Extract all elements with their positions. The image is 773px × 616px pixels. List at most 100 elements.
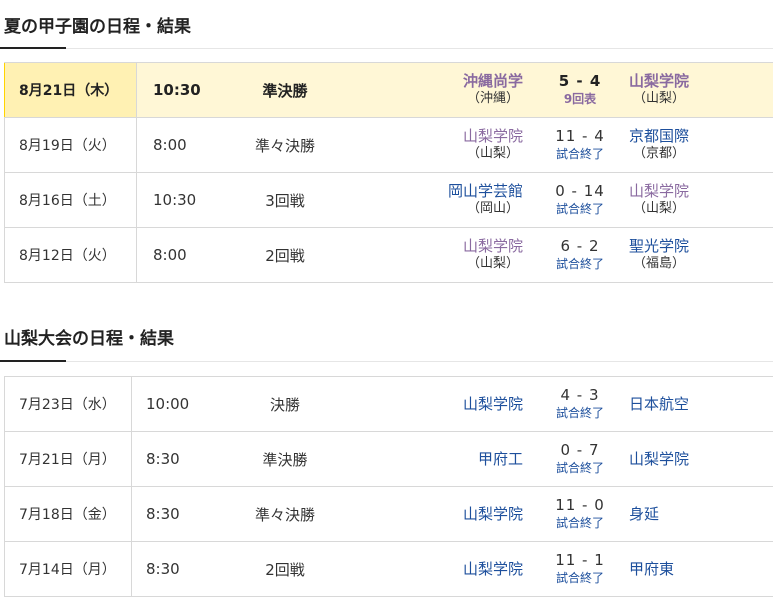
right-team: 山梨学院 （山梨） xyxy=(629,173,689,227)
left-team-prefecture: （山梨） xyxy=(466,146,519,161)
left-team-prefecture: （岡山） xyxy=(466,201,519,216)
right-team-name[interactable]: 身延 xyxy=(629,505,659,523)
game-date: 7月18日（金） xyxy=(5,487,132,541)
right-team-prefecture: （京都） xyxy=(633,146,686,161)
game-row[interactable]: 8月12日（火） 8:00 2回戦 山梨学院 （山梨） 6 - 2 試合終了 聖… xyxy=(4,228,773,283)
game-status[interactable]: 9回表 xyxy=(564,90,596,108)
game-row[interactable]: 8月21日（木） 10:30 準決勝 沖縄尚学 （沖縄） 5 - 4 9回表 山… xyxy=(4,63,773,118)
left-team: 山梨学院 （山梨） xyxy=(463,118,523,172)
game-status[interactable]: 試合終了 xyxy=(556,569,604,587)
game-score[interactable]: 0 - 14 試合終了 xyxy=(535,173,625,227)
game-time: 8:30 xyxy=(146,560,180,578)
left-team-name[interactable]: 岡山学芸館 xyxy=(448,182,523,200)
game-date: 8月12日（火） xyxy=(5,228,137,282)
game-status[interactable]: 試合終了 xyxy=(556,459,604,477)
game-score[interactable]: 4 - 3 試合終了 xyxy=(535,377,625,431)
left-team-name[interactable]: 甲府工 xyxy=(478,450,523,468)
score-value: 11 - 1 xyxy=(555,551,605,569)
right-team: 山梨学院 （山梨） xyxy=(629,63,689,117)
game-round: 準々決勝 xyxy=(254,136,315,155)
right-team: 京都国際 （京都） xyxy=(629,118,689,172)
game-status[interactable]: 試合終了 xyxy=(556,514,604,532)
right-team-name[interactable]: 日本航空 xyxy=(629,395,689,413)
right-team-name[interactable]: 京都国際 xyxy=(629,127,689,145)
score-value: 11 - 4 xyxy=(555,127,605,145)
score-value: 0 - 7 xyxy=(560,441,600,459)
right-team: 甲府東 xyxy=(629,542,674,596)
game-status[interactable]: 試合終了 xyxy=(556,145,604,163)
left-team-name[interactable]: 山梨学院 xyxy=(463,505,523,523)
game-date: 7月23日（水） xyxy=(5,377,132,431)
game-round: 準決勝 xyxy=(262,450,308,469)
game-round: 2回戦 xyxy=(265,560,305,579)
left-team: 山梨学院 xyxy=(463,542,523,596)
right-team-prefecture: （山梨） xyxy=(633,201,686,216)
game-round: 3回戦 xyxy=(265,191,305,210)
game-date: 7月21日（月） xyxy=(5,432,132,486)
left-team: 岡山学芸館 （岡山） xyxy=(448,173,523,227)
left-team-name[interactable]: 山梨学院 xyxy=(463,395,523,413)
yamanashi-section-title: 山梨大会の日程・結果 xyxy=(4,329,174,349)
right-team-name[interactable]: 聖光学院 xyxy=(629,237,689,255)
game-round: 2回戦 xyxy=(265,246,305,265)
game-status[interactable]: 試合終了 xyxy=(556,404,604,422)
game-date: 7月14日（月） xyxy=(5,542,132,596)
section-accent-line xyxy=(0,47,66,49)
game-score[interactable]: 6 - 2 試合終了 xyxy=(535,228,625,282)
game-row[interactable]: 7月21日（月） 8:30 準決勝 甲府工 0 - 7 試合終了 山梨学院 xyxy=(4,432,773,487)
game-time: 8:30 xyxy=(146,450,180,468)
game-time: 10:30 xyxy=(153,191,197,209)
section-accent-line xyxy=(0,360,66,362)
game-row[interactable]: 7月18日（金） 8:30 準々決勝 山梨学院 11 - 0 試合終了 身延 xyxy=(4,487,773,542)
game-score[interactable]: 5 - 4 9回表 xyxy=(535,63,625,117)
game-score[interactable]: 11 - 0 試合終了 xyxy=(535,487,625,541)
game-round: 準々決勝 xyxy=(254,505,315,524)
game-row[interactable]: 8月19日（火） 8:00 準々決勝 山梨学院 （山梨） 11 - 4 試合終了… xyxy=(4,118,773,173)
left-team-prefecture: （沖縄） xyxy=(466,91,519,106)
right-team: 日本航空 xyxy=(629,377,689,431)
right-team-name[interactable]: 甲府東 xyxy=(629,560,674,578)
game-row[interactable]: 7月23日（水） 10:00 決勝 山梨学院 4 - 3 試合終了 日本航空 xyxy=(4,377,773,432)
game-row[interactable]: 8月16日（土） 10:30 3回戦 岡山学芸館 （岡山） 0 - 14 試合終… xyxy=(4,173,773,228)
game-score[interactable]: 11 - 4 試合終了 xyxy=(535,118,625,172)
section-divider xyxy=(0,48,773,49)
section-divider xyxy=(0,361,773,362)
game-time: 10:30 xyxy=(153,81,201,99)
game-time: 8:00 xyxy=(153,136,187,154)
left-team: 甲府工 xyxy=(478,432,523,486)
right-team: 身延 xyxy=(629,487,659,541)
score-value: 11 - 0 xyxy=(555,496,605,514)
koshien-section-title: 夏の甲子園の日程・結果 xyxy=(4,17,191,37)
game-round: 準決勝 xyxy=(262,81,308,100)
right-team: 聖光学院 （福島） xyxy=(629,228,689,282)
game-date: 8月21日（木） xyxy=(5,63,137,117)
left-team: 山梨学院 xyxy=(463,377,523,431)
left-team-name[interactable]: 山梨学院 xyxy=(463,560,523,578)
game-time: 8:30 xyxy=(146,505,180,523)
right-team-prefecture: （福島） xyxy=(633,256,686,271)
score-value: 0 - 14 xyxy=(555,182,605,200)
left-team: 沖縄尚学 （沖縄） xyxy=(463,63,523,117)
score-value: 4 - 3 xyxy=(560,386,600,404)
game-date: 8月16日（土） xyxy=(5,173,137,227)
score-value: 5 - 4 xyxy=(558,72,602,90)
left-team: 山梨学院 xyxy=(463,487,523,541)
game-status[interactable]: 試合終了 xyxy=(556,200,604,218)
right-team-name[interactable]: 山梨学院 xyxy=(629,72,689,90)
right-team-name[interactable]: 山梨学院 xyxy=(629,182,689,200)
game-status[interactable]: 試合終了 xyxy=(556,255,604,273)
left-team-name[interactable]: 沖縄尚学 xyxy=(463,72,523,90)
game-round: 決勝 xyxy=(269,395,300,414)
left-team-name[interactable]: 山梨学院 xyxy=(463,237,523,255)
yamanashi-schedule-table: 7月23日（水） 10:00 決勝 山梨学院 4 - 3 試合終了 日本航空 7… xyxy=(4,376,773,597)
right-team-name[interactable]: 山梨学院 xyxy=(629,450,689,468)
game-time: 8:00 xyxy=(153,246,187,264)
game-row[interactable]: 7月14日（月） 8:30 2回戦 山梨学院 11 - 1 試合終了 甲府東 xyxy=(4,542,773,597)
game-score[interactable]: 11 - 1 試合終了 xyxy=(535,542,625,596)
left-team-prefecture: （山梨） xyxy=(466,256,519,271)
left-team-name[interactable]: 山梨学院 xyxy=(463,127,523,145)
game-time: 10:00 xyxy=(146,395,190,413)
game-score[interactable]: 0 - 7 試合終了 xyxy=(535,432,625,486)
right-team-prefecture: （山梨） xyxy=(633,91,686,106)
koshien-schedule-table: 8月21日（木） 10:30 準決勝 沖縄尚学 （沖縄） 5 - 4 9回表 山… xyxy=(4,62,773,283)
